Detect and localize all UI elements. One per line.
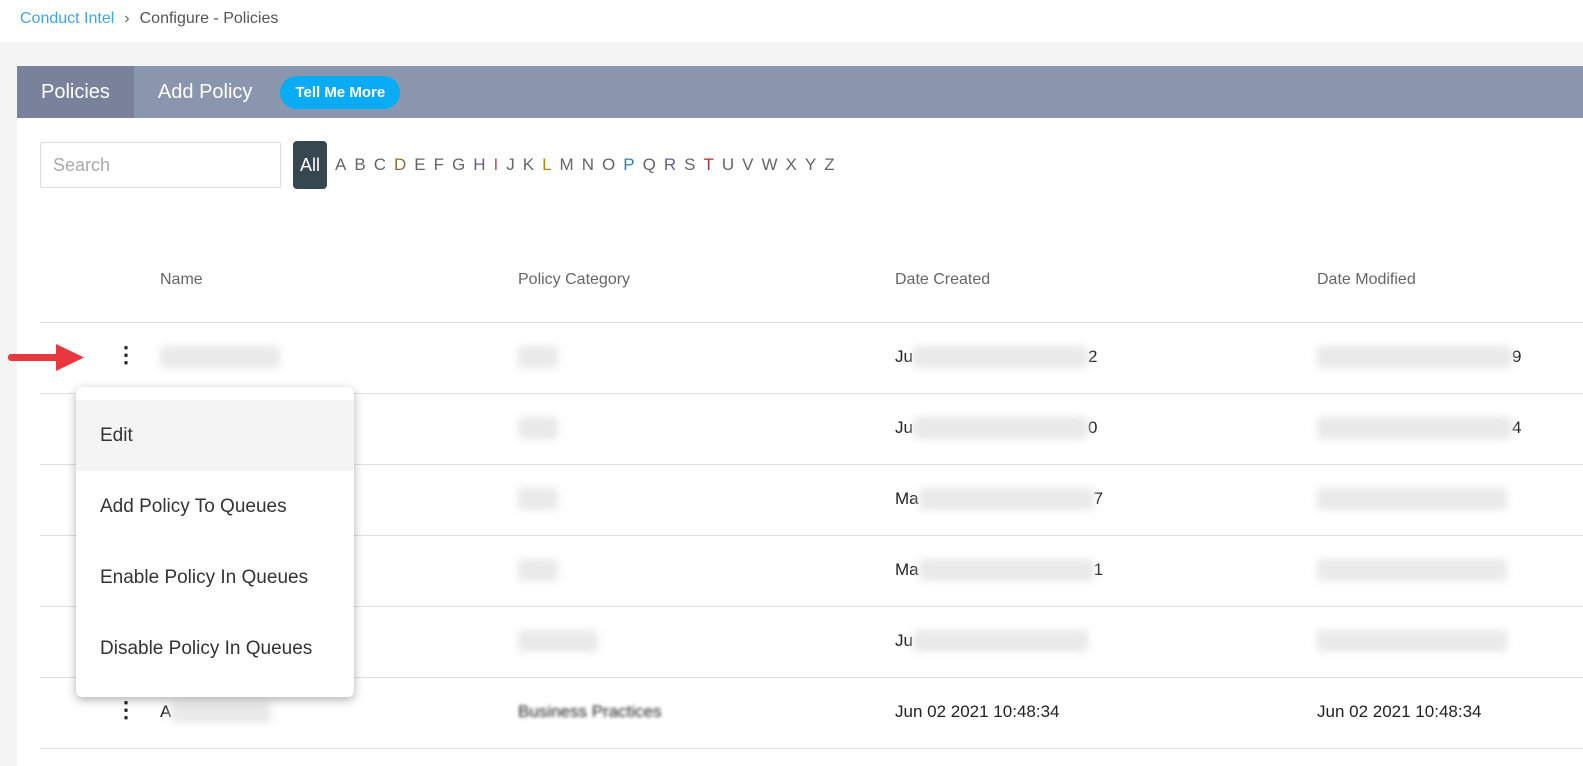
redacted-block xyxy=(1317,417,1512,439)
red-arrow-annotation-icon xyxy=(8,344,84,371)
filter-letter-z[interactable]: Z xyxy=(824,155,834,175)
cell-date-modified xyxy=(1317,555,1507,585)
filter-letter-h[interactable]: H xyxy=(473,155,485,175)
breadcrumb-root-link[interactable]: Conduct Intel xyxy=(20,10,114,27)
more-vertical-icon[interactable]: ⋮ xyxy=(115,699,137,721)
tab-add-policy[interactable]: Add Policy xyxy=(134,66,277,118)
filter-letter-v[interactable]: V xyxy=(742,155,753,175)
redacted-block xyxy=(518,630,598,652)
filter-letter-u[interactable]: U xyxy=(722,155,734,175)
filter-letter-k[interactable]: K xyxy=(523,155,534,175)
redacted-block xyxy=(1317,346,1512,368)
menu-item-disable-policy-in-queues[interactable]: Disable Policy In Queues xyxy=(76,613,354,684)
column-header-date-modified[interactable]: Date Modified xyxy=(1317,271,1416,289)
filter-letter-o[interactable]: O xyxy=(602,155,615,175)
tell-me-more-button[interactable]: Tell Me More xyxy=(280,75,401,109)
redacted-block xyxy=(1317,488,1507,510)
filter-letter-w[interactable]: W xyxy=(761,155,777,175)
cell-date-created: Ju xyxy=(895,626,1088,656)
cell-date-modified: 9 xyxy=(1317,342,1521,372)
cell-date-modified: 4 xyxy=(1317,413,1521,443)
filter-letter-m[interactable]: M xyxy=(560,155,574,175)
cell-date-created: Ju 2 xyxy=(895,346,1098,368)
cell-policy-category xyxy=(518,413,558,443)
filter-letter-n[interactable]: N xyxy=(582,155,594,175)
row-context-menu: Edit Add Policy To Queues Enable Policy … xyxy=(76,387,354,697)
cell-date-created: Ma 1 xyxy=(895,559,1104,581)
filter-letter-g[interactable]: G xyxy=(452,155,465,175)
cell-name: A xyxy=(160,697,272,727)
filter-letter-c[interactable]: C xyxy=(374,155,386,175)
breadcrumb: Conduct Intel › Configure - Policies xyxy=(20,10,278,28)
filter-letter-e[interactable]: E xyxy=(414,155,425,175)
cell-date-modified xyxy=(1317,626,1507,656)
filter-letter-i[interactable]: I xyxy=(494,155,499,175)
cell-date-modified: Jun 02 2021 10:48:34 xyxy=(1317,702,1482,721)
filter-letter-p[interactable]: P xyxy=(623,155,634,175)
cell-date-modified xyxy=(1317,484,1507,514)
cell-date-created: Jun 02 2021 10:48:34 xyxy=(895,702,1060,721)
row-divider xyxy=(40,322,1583,323)
filter-letter-y[interactable]: Y xyxy=(805,155,816,175)
filter-letter-q[interactable]: Q xyxy=(643,155,656,175)
filter-all-button[interactable]: All xyxy=(293,141,327,189)
redacted-block xyxy=(518,559,558,581)
cell-date-created: Ju 0 xyxy=(895,417,1098,439)
filter-letter-a[interactable]: A xyxy=(335,155,346,175)
cell-policy-category: Business Practices xyxy=(518,702,662,721)
menu-item-edit[interactable]: Edit xyxy=(76,400,354,471)
redacted-block xyxy=(518,346,558,368)
redacted-block xyxy=(1317,559,1507,581)
top-bar: Conduct Intel › Configure - Policies xyxy=(0,0,1583,42)
redacted-block xyxy=(912,630,1088,652)
redacted-block xyxy=(918,488,1094,510)
redacted-block xyxy=(1317,630,1507,652)
cell-date-created: Ma 7 xyxy=(895,488,1104,510)
alphabet-filter: All ABCDEFGHIJKLMNOPQRSTUVWXYZ xyxy=(293,141,841,189)
breadcrumb-current: Configure - Policies xyxy=(139,10,279,27)
filter-letter-j[interactable]: J xyxy=(506,155,515,175)
menu-item-add-policy-to-queues[interactable]: Add Policy To Queues xyxy=(76,471,354,542)
tab-policies[interactable]: Policies xyxy=(17,66,134,118)
redacted-block xyxy=(518,488,558,510)
filter-letter-x[interactable]: X xyxy=(786,155,797,175)
filter-letter-r[interactable]: R xyxy=(664,155,676,175)
cell-policy-category xyxy=(518,484,558,514)
filter-letter-s[interactable]: S xyxy=(684,155,695,175)
column-header-name[interactable]: Name xyxy=(160,271,203,289)
redacted-block xyxy=(912,417,1088,439)
redacted-block xyxy=(171,701,272,723)
more-vertical-icon[interactable]: ⋮ xyxy=(115,344,137,366)
search-input[interactable] xyxy=(40,142,281,188)
column-header-policy-category[interactable]: Policy Category xyxy=(518,271,630,289)
filter-letter-d[interactable]: D xyxy=(394,155,406,175)
row-divider xyxy=(40,748,1583,749)
column-header-date-created[interactable]: Date Created xyxy=(895,271,990,289)
redacted-block xyxy=(918,559,1094,581)
redacted-block xyxy=(912,346,1088,368)
cell-policy-category xyxy=(518,555,558,585)
redacted-block xyxy=(160,346,280,368)
cell-name xyxy=(160,342,280,372)
cell-policy-category xyxy=(518,342,558,372)
filter-letter-f[interactable]: F xyxy=(434,155,444,175)
chevron-right-icon: › xyxy=(124,10,130,27)
menu-item-enable-policy-in-queues[interactable]: Enable Policy In Queues xyxy=(76,542,354,613)
filter-letter-t[interactable]: T xyxy=(703,155,713,175)
cell-policy-category xyxy=(518,626,598,656)
tab-bar: Policies Add Policy Tell Me More xyxy=(17,66,1583,118)
filter-letter-b[interactable]: B xyxy=(354,155,365,175)
redacted-block xyxy=(518,417,558,439)
filter-letter-l[interactable]: L xyxy=(542,155,551,175)
